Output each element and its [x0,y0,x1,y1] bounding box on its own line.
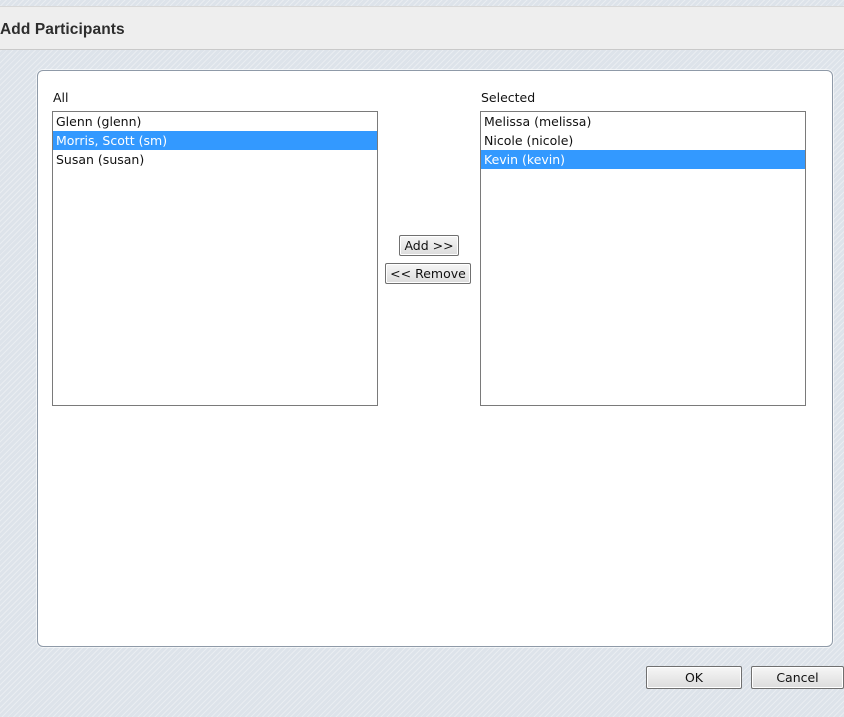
all-list-label: All [53,90,69,105]
add-button[interactable]: Add >> [399,235,459,256]
ok-button-label: OK [684,670,704,685]
selected-list-label: Selected [481,90,536,105]
ok-button[interactable]: OK [646,666,742,689]
remove-button[interactable]: << Remove [385,263,471,284]
selected-list-item-selected[interactable]: Kevin (kevin) [481,150,805,169]
selected-participants-list[interactable]: Melissa (melissa) Nicole (nicole) Kevin … [480,111,806,406]
participants-panel: All Glenn (glenn) Morris, Scott (sm) Sus… [37,70,833,647]
all-list-item[interactable]: Susan (susan) [53,150,377,169]
selected-list-item[interactable]: Melissa (melissa) [481,112,805,131]
all-list-item[interactable]: Glenn (glenn) [53,112,377,131]
all-list-item-selected[interactable]: Morris, Scott (sm) [53,131,377,150]
selected-list-item[interactable]: Nicole (nicole) [481,131,805,150]
cancel-button-label: Cancel [776,670,819,685]
cancel-button[interactable]: Cancel [751,666,844,689]
all-participants-list[interactable]: Glenn (glenn) Morris, Scott (sm) Susan (… [52,111,378,406]
dialog-titlebar: Add Participants [0,6,844,50]
dialog-title: Add Participants [0,21,125,38]
